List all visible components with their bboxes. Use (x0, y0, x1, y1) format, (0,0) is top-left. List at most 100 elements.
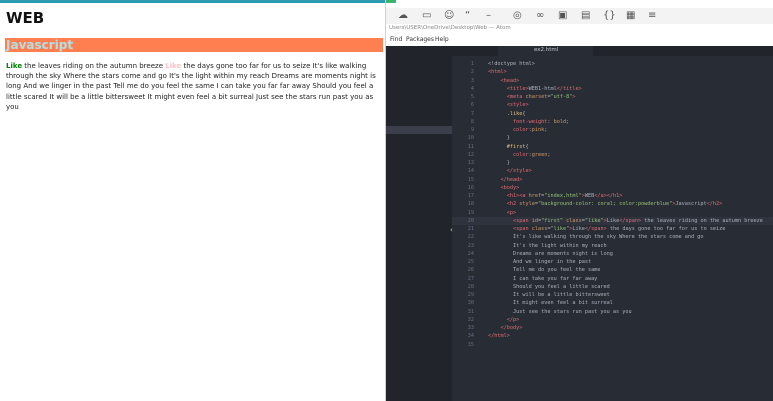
code-line[interactable]: 17 <h1><a href="index,html">WEB</a></h1> (452, 192, 773, 200)
second-like-span: Like (165, 62, 182, 70)
javascript-heading-bar: Javascript (5, 38, 383, 52)
line-text: Should you feel a little scared (488, 283, 610, 290)
code-line[interactable]: 4 <title>WEB1-html</title> (452, 85, 773, 93)
cloud-icon[interactable]: ☁ (398, 10, 408, 22)
code-line[interactable]: 5 <meta charset="utf-8"> (452, 93, 773, 101)
lyrics-paragraph: Like the leaves riding on the autumn bre… (6, 61, 382, 112)
line-text: </p> (506, 316, 520, 323)
line-text: #first{ (506, 143, 529, 150)
braces-icon[interactable]: {} (603, 10, 616, 22)
line-text: <h2 style="background-color: coral; colo… (506, 201, 723, 208)
line-number: 3 (470, 77, 474, 84)
line-text: color:pink; (513, 127, 548, 133)
line-text: It will be a little bittersweet (488, 292, 610, 298)
code-line[interactable]: 20 <span id="first" class="like">Like</s… (452, 216, 773, 225)
line-number: 2 (470, 69, 474, 76)
code-line[interactable]: 28 Should you feel a little scared (452, 283, 773, 291)
line-number: 28 (467, 283, 474, 290)
location-icon[interactable]: ◎ (513, 10, 522, 22)
code-line[interactable]: 26 Tell me do you feel the same (452, 266, 773, 274)
line-text: It's like walking through the sky Where … (488, 234, 704, 241)
menu-find[interactable]: Find (390, 36, 402, 43)
line-text: <p> (506, 209, 517, 216)
code-line[interactable]: 29 It will be a little bittersweet (452, 291, 773, 299)
browser-top-accent (0, 0, 386, 3)
code-area[interactable]: 1 <!doctype html> 2 <html> 3 <head> 4 <title>… (452, 60, 773, 349)
code-editor: ex2.html ‹ 1 <!doctype html> 2 <html> 3 <hea… (386, 46, 773, 401)
code-line[interactable]: 27 I can take you far far away (452, 275, 773, 283)
code-line[interactable]: 9 color:pink; (452, 126, 773, 134)
tree-view[interactable] (386, 46, 452, 401)
code-line[interactable]: 30 It might even feel a bit surreal (452, 299, 773, 307)
code-line[interactable]: 25 And we linger in the past (452, 258, 773, 266)
code-line[interactable]: 23 It's the light within my reach (452, 242, 773, 250)
code-line[interactable]: 1 <!doctype html> (452, 60, 773, 68)
line-number: 4 (470, 85, 474, 92)
code-line[interactable]: 32 </p> (452, 316, 773, 324)
code-line[interactable]: 14 </style> (452, 167, 773, 175)
line-number: 26 (467, 267, 474, 274)
window-title: Users\USER\OneDrive\Desktop\Web — Atom (389, 25, 511, 31)
code-line[interactable]: 31 Just see the stars run past you as yo… (452, 308, 773, 316)
line-number: 8 (470, 118, 474, 125)
code-line[interactable]: 33 </body> (452, 324, 773, 332)
line-number: 31 (467, 308, 474, 315)
line-text: } (488, 135, 510, 142)
line-number: 7 (470, 110, 474, 117)
media-icon[interactable]: ▣ (558, 10, 567, 22)
line-text: <h1><a href="index,html">WEB</a></h1> (506, 193, 623, 199)
line-number: 21 (467, 226, 474, 232)
line-number: 22 (467, 234, 474, 241)
code-line[interactable]: 13 } (452, 159, 773, 167)
line-text: <title>WEB1-html</title> (506, 85, 582, 92)
line-number: 9 (470, 127, 474, 133)
code-line[interactable]: 11 #first{ (452, 143, 773, 151)
file-icon[interactable]: ▤ (581, 10, 590, 22)
line-number: 12 (467, 151, 474, 158)
line-text: <span class="like">Like</span> the days … (513, 226, 726, 232)
code-line[interactable]: 12 color:green; (452, 151, 773, 159)
code-line[interactable]: 8 font-weight: bold; (452, 118, 773, 126)
code-line[interactable]: 22 It's like walking through the sky Whe… (452, 233, 773, 241)
line-text: <!doctype html> (488, 61, 535, 67)
paragraph-text-1: the leaves riding on the autumn breeze (22, 62, 166, 70)
code-line[interactable]: 6 <style> (452, 101, 773, 109)
line-number: 6 (470, 102, 474, 109)
menu-help[interactable]: Help (435, 36, 449, 43)
menu-packages[interactable]: Packages (406, 36, 434, 43)
font-size-icon[interactable]: – (486, 10, 491, 22)
code-line[interactable]: 3 <head> (452, 77, 773, 85)
list-icon[interactable]: ≡ (648, 10, 656, 22)
code-line[interactable]: 15 </head> (452, 176, 773, 184)
code-line[interactable]: 18 <h2 style="background-color: coral; c… (452, 200, 773, 208)
emoji-icon[interactable]: ☺ (444, 10, 454, 22)
code-line[interactable]: 24 Dreams are moments night is long (452, 250, 773, 258)
tab-bar: ex2.html (452, 46, 773, 56)
code-line[interactable]: 35 (452, 341, 773, 349)
code-line[interactable]: 21 <span class="like">Like</span> the da… (452, 225, 773, 233)
line-text: <style> (506, 102, 529, 109)
tree-selected-item[interactable] (386, 126, 452, 134)
video-icon[interactable]: ▭ (422, 10, 431, 22)
line-text: color:green; (513, 151, 551, 158)
line-number: 33 (467, 325, 474, 331)
line-number: 11 (467, 143, 474, 150)
code-line[interactable]: 34 </html> (452, 332, 773, 340)
line-number: 27 (467, 275, 474, 282)
link-icon[interactable]: ∞ (536, 10, 544, 22)
line-text: </body> (500, 325, 523, 331)
code-line[interactable]: 10 } (452, 134, 773, 142)
code-line[interactable]: 2 <html> (452, 68, 773, 76)
page-heading-web[interactable]: WEB (6, 9, 44, 27)
line-text: Just see the stars run past you as you (488, 308, 632, 315)
table-icon[interactable]: ▦ (626, 10, 635, 22)
line-text: I can take you far far away (488, 275, 598, 282)
line-text: </head> (500, 176, 523, 183)
line-number: 20 (467, 217, 474, 224)
tab-ex2-html[interactable]: ex2.html (498, 46, 593, 56)
code-line[interactable]: 19 <p> (452, 209, 773, 217)
code-line[interactable]: 16 <body> (452, 184, 773, 192)
tab-label: ex2.html (534, 47, 559, 53)
code-line[interactable]: 7 .like{ (452, 110, 773, 118)
quote-icon[interactable]: “ (465, 10, 470, 22)
